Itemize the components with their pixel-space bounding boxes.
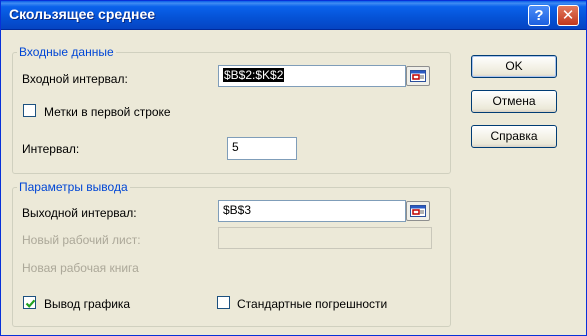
output-range-label: Выходной интервал:: [22, 206, 137, 220]
help-button[interactable]: Справка: [471, 125, 557, 148]
title-bar[interactable]: Скользящее среднее ? ✕: [1, 1, 586, 30]
output-range-collapse-button[interactable]: [406, 201, 430, 221]
standard-errors-label[interactable]: Стандартные погрешности: [237, 297, 387, 311]
input-range-field[interactable]: $B$2:$K$2: [218, 65, 406, 87]
input-range-value: $B$2:$K$2: [223, 68, 285, 82]
checkmark-icon: [25, 299, 36, 308]
input-range-collapse-button[interactable]: [406, 66, 430, 86]
help-title-button[interactable]: ?: [528, 5, 550, 26]
new-sheet-label: Новый рабочий лист:: [22, 233, 141, 247]
new-workbook-label: Новая рабочая книга: [22, 261, 139, 275]
interval-value: 5: [232, 140, 239, 154]
interval-field[interactable]: 5: [227, 137, 297, 160]
standard-errors-checkbox[interactable]: [217, 296, 230, 309]
new-sheet-field: [218, 227, 432, 249]
interval-label: Интервал:: [22, 142, 80, 156]
chart-output-label[interactable]: Вывод графика: [44, 297, 130, 311]
output-range-field[interactable]: $B$3: [218, 200, 406, 222]
range-selector-icon: [410, 205, 426, 217]
cancel-button[interactable]: Отмена: [471, 90, 557, 113]
output-options-legend: Параметры вывода: [17, 180, 130, 194]
ok-button[interactable]: OK: [471, 55, 557, 78]
labels-first-row-label[interactable]: Метки в первой строке: [44, 105, 171, 119]
chart-output-checkbox[interactable]: [23, 296, 36, 309]
dialog-title: Скользящее среднее: [9, 6, 156, 22]
labels-first-row-checkbox[interactable]: [23, 104, 36, 117]
output-range-value: $B$3: [223, 203, 252, 217]
range-selector-icon: [410, 70, 426, 82]
moving-average-dialog: Скользящее среднее ? ✕ Входные данные Вх…: [0, 0, 587, 336]
input-range-label: Входной интервал:: [22, 72, 128, 86]
close-button[interactable]: ✕: [557, 5, 579, 26]
input-data-legend: Входные данные: [17, 45, 116, 59]
